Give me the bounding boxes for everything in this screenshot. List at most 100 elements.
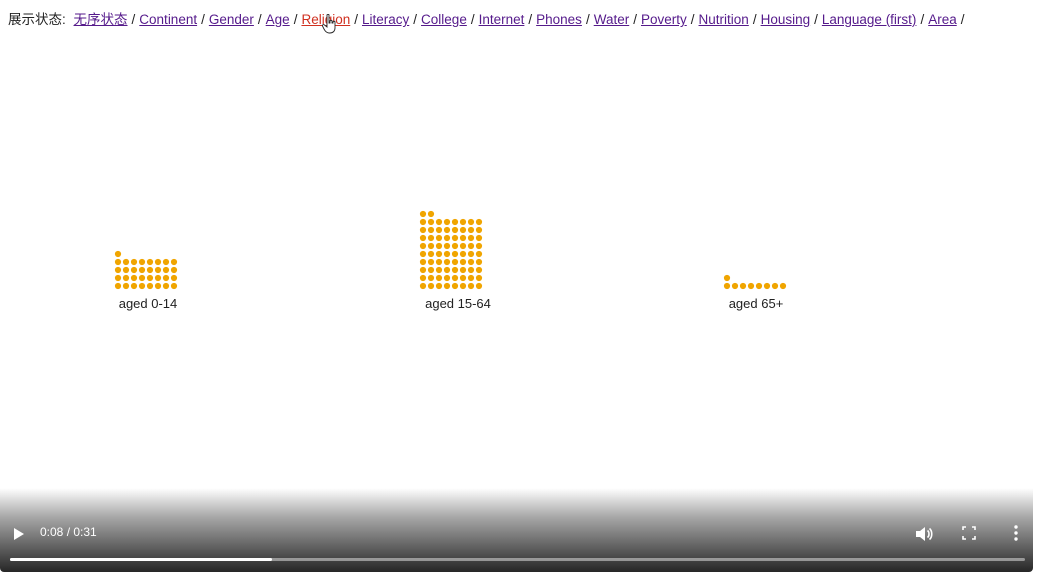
dot-0-25 xyxy=(122,258,130,266)
fullscreen-icon[interactable] xyxy=(962,526,976,540)
dot-1-34 xyxy=(435,250,443,258)
dot-0-11 xyxy=(138,274,146,282)
more-options-icon[interactable] xyxy=(1012,524,1020,542)
dot-1-14 xyxy=(467,274,475,282)
dot-1-20 xyxy=(451,266,459,274)
dot-1-5 xyxy=(459,282,467,290)
dot-1-51 xyxy=(443,234,451,242)
dot-1-49 xyxy=(427,234,435,242)
dot-2-2 xyxy=(739,282,747,290)
dot-0-9 xyxy=(122,274,130,282)
dot-2-8 xyxy=(723,274,731,282)
dot-1-38 xyxy=(467,250,475,258)
dot-1-48 xyxy=(419,234,427,242)
dot-1-18 xyxy=(435,266,443,274)
dot-1-26 xyxy=(435,258,443,266)
dot-1-56 xyxy=(419,226,427,234)
dot-1-0 xyxy=(419,282,427,290)
group-label-65-plus: aged 65+ xyxy=(728,296,784,311)
dot-1-60 xyxy=(451,226,459,234)
dot-0-2 xyxy=(130,282,138,290)
dot-2-6 xyxy=(771,282,779,290)
group-label-15-64: aged 15-64 xyxy=(425,296,491,311)
dot-1-16 xyxy=(419,266,427,274)
dot-0-32 xyxy=(114,250,122,258)
dot-0-5 xyxy=(154,282,162,290)
dot-0-31 xyxy=(170,258,178,266)
dot-1-33 xyxy=(427,250,435,258)
dot-1-22 xyxy=(467,266,475,274)
dot-1-37 xyxy=(459,250,467,258)
dot-1-36 xyxy=(451,250,459,258)
dot-1-24 xyxy=(419,258,427,266)
dot-chart xyxy=(114,210,787,290)
dot-1-73 xyxy=(427,210,435,218)
dot-2-7 xyxy=(779,282,787,290)
dot-0-14 xyxy=(162,274,170,282)
dot-0-20 xyxy=(146,266,154,274)
volume-icon[interactable] xyxy=(915,526,933,542)
dot-1-7 xyxy=(475,282,483,290)
dot-2-3 xyxy=(747,282,755,290)
dot-1-2 xyxy=(435,282,443,290)
dot-1-29 xyxy=(459,258,467,266)
dot-1-28 xyxy=(451,258,459,266)
dot-1-50 xyxy=(435,234,443,242)
dot-0-23 xyxy=(170,266,178,274)
dot-1-58 xyxy=(435,226,443,234)
dot-1-46 xyxy=(467,242,475,250)
progress-track[interactable] xyxy=(10,558,1025,561)
dot-1-65 xyxy=(427,218,435,226)
dot-0-18 xyxy=(130,266,138,274)
dot-1-39 xyxy=(475,250,483,258)
dot-0-26 xyxy=(130,258,138,266)
dot-1-59 xyxy=(443,226,451,234)
dot-1-19 xyxy=(443,266,451,274)
video-controls: 0:08 / 0:31 xyxy=(0,488,1033,572)
dot-1-3 xyxy=(443,282,451,290)
dot-0-0 xyxy=(114,282,122,290)
dot-1-10 xyxy=(435,274,443,282)
play-button[interactable] xyxy=(12,526,26,542)
dot-0-10 xyxy=(130,274,138,282)
dot-0-17 xyxy=(122,266,130,274)
dot-1-61 xyxy=(459,226,467,234)
dot-1-15 xyxy=(475,274,483,282)
dot-1-66 xyxy=(435,218,443,226)
dot-1-52 xyxy=(451,234,459,242)
chart-stage: aged 0-14 aged 15-64 aged 65+ xyxy=(0,0,1038,490)
dot-1-55 xyxy=(475,234,483,242)
dot-0-15 xyxy=(170,274,178,282)
dot-1-6 xyxy=(467,282,475,290)
dot-1-47 xyxy=(475,242,483,250)
dot-0-30 xyxy=(162,258,170,266)
dot-1-72 xyxy=(419,210,427,218)
dot-2-4 xyxy=(755,282,763,290)
dot-1-8 xyxy=(419,274,427,282)
dot-1-27 xyxy=(443,258,451,266)
dot-1-44 xyxy=(451,242,459,250)
dot-1-17 xyxy=(427,266,435,274)
dot-0-16 xyxy=(114,266,122,274)
dot-1-4 xyxy=(451,282,459,290)
dot-0-1 xyxy=(122,282,130,290)
dot-0-12 xyxy=(146,274,154,282)
dot-1-11 xyxy=(443,274,451,282)
dot-0-13 xyxy=(154,274,162,282)
dot-1-63 xyxy=(475,226,483,234)
dot-1-64 xyxy=(419,218,427,226)
dot-1-40 xyxy=(419,242,427,250)
dot-2-1 xyxy=(731,282,739,290)
dot-1-68 xyxy=(451,218,459,226)
dot-0-4 xyxy=(146,282,154,290)
dot-0-19 xyxy=(138,266,146,274)
dot-0-28 xyxy=(146,258,154,266)
dot-0-6 xyxy=(162,282,170,290)
dot-1-54 xyxy=(467,234,475,242)
dot-1-53 xyxy=(459,234,467,242)
dot-1-32 xyxy=(419,250,427,258)
dot-0-27 xyxy=(138,258,146,266)
dot-1-41 xyxy=(427,242,435,250)
dot-1-21 xyxy=(459,266,467,274)
dot-1-35 xyxy=(443,250,451,258)
